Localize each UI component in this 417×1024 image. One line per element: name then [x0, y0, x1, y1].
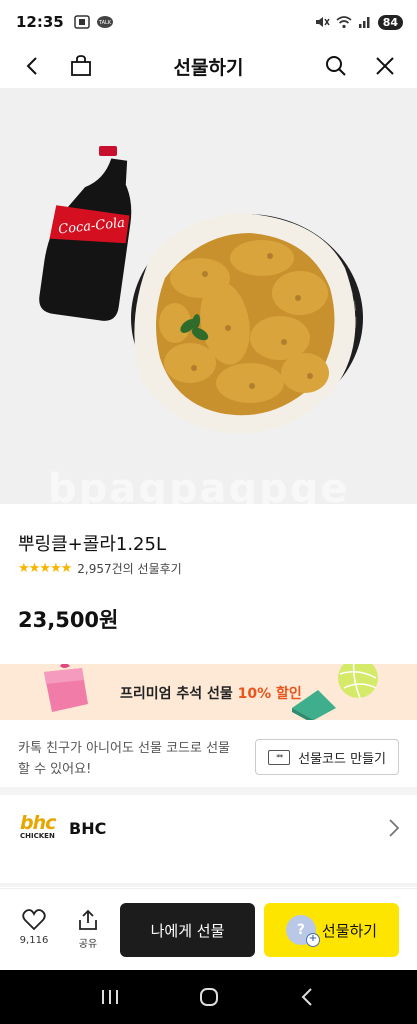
app-header: 선물하기 [0, 44, 417, 88]
gift-to-self-button[interactable]: 나에게 선물 [120, 903, 255, 957]
send-gift-label: 선물하기 [321, 921, 378, 940]
send-gift-button[interactable]: ? + 선물하기 [264, 903, 399, 957]
close-button[interactable] [367, 48, 403, 84]
gift-code-section: 카톡 친구가 아니어도 선물 코드로 선물 할 수 있어요! ** 선물코드 만… [0, 720, 417, 795]
search-button[interactable] [318, 48, 354, 84]
brand-name: BHC [69, 819, 107, 838]
share-button[interactable]: 공유 [68, 909, 108, 950]
watermark: bpagpagpge [48, 466, 350, 504]
rating-stars: ★★★★★ [18, 561, 72, 576]
mute-icon [315, 17, 330, 27]
signal-icon [358, 17, 370, 28]
wifi-icon [336, 16, 352, 29]
system-nav-bar [0, 970, 417, 1024]
brand-logo: bhc CHICKEN [20, 812, 56, 841]
create-gift-code-button[interactable]: ** 선물코드 만들기 [255, 739, 399, 775]
product-price: 23,500원 [18, 608, 119, 632]
screenshot-icon [74, 15, 90, 29]
status-time: 12:35 [16, 13, 64, 31]
promo-banner[interactable]: 프리미엄 추석 선물 10% 할인 [0, 664, 417, 720]
create-gift-code-label: 선물코드 만들기 [298, 751, 386, 767]
bottom-action-bar: 9,116 공유 나에게 선물 ? + 선물하기 [0, 888, 417, 970]
code-card-icon: ** [268, 749, 291, 765]
heart-icon [22, 909, 46, 931]
product-title: 뿌링클+콜라1.25L [18, 534, 166, 555]
shopping-bag-icon [71, 55, 91, 76]
home-icon[interactable] [198, 986, 220, 1008]
rating-row[interactable]: ★★★★★ 2,957건의 선물후기 [18, 560, 182, 577]
like-count: 9,116 [19, 935, 49, 946]
product-image[interactable]: Coca-Cola bpagpagpge [0, 88, 417, 504]
pink-gift-icon [44, 664, 88, 712]
gift-box-button[interactable] [63, 48, 99, 84]
plus-icon: + [305, 933, 320, 947]
chevron-right-icon [389, 819, 400, 837]
status-bar: 12:35 TALK 84 [0, 0, 417, 44]
share-icon [79, 909, 97, 930]
chevron-left-icon [26, 57, 37, 75]
share-label: 공유 [78, 939, 98, 950]
lime-ball-icon [338, 664, 378, 699]
review-count: 2,957건의 선물후기 [77, 562, 182, 576]
section-divider [0, 883, 417, 887]
brand-row[interactable]: bhc CHICKEN BHC [0, 803, 417, 855]
promo-text: 프리미엄 추석 선물 10% 할인 [120, 686, 302, 702]
gift-question-icon: ? + [285, 915, 320, 947]
like-button[interactable]: 9,116 [14, 909, 54, 946]
cola-bottle-image: Coca-Cola [39, 146, 132, 321]
close-icon [376, 57, 394, 75]
search-icon [326, 56, 346, 76]
back-nav-icon[interactable] [297, 986, 319, 1008]
talk-notification-icon: TALK [96, 16, 113, 28]
svg-text:TALK: TALK [98, 20, 112, 26]
chicken-bowl-image [131, 213, 363, 434]
gift-code-description: 카톡 친구가 아니어도 선물 코드로 선물 할 수 있어요! [18, 741, 231, 777]
recent-apps-icon[interactable] [99, 987, 121, 1007]
back-button[interactable] [14, 48, 50, 84]
battery-indicator: 84 [377, 14, 403, 30]
product-illustration: Coca-Cola [39, 146, 363, 434]
